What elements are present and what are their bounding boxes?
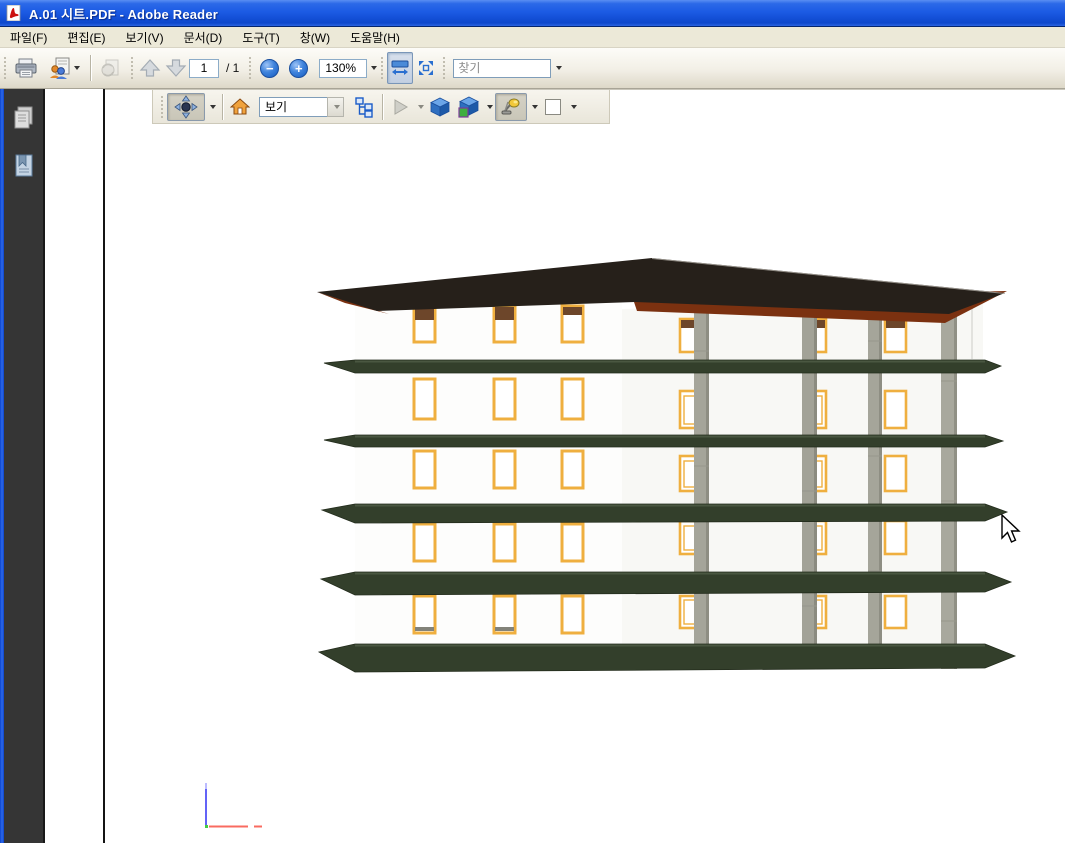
render-mode-dropdown[interactable] <box>482 93 495 121</box>
menu-file[interactable]: 파일(F) <box>0 27 57 48</box>
pages-panel-button[interactable] <box>9 101 39 135</box>
view-combobox-dropdown[interactable] <box>327 97 344 117</box>
model-tree-button[interactable] <box>350 93 378 121</box>
toolbar-grip[interactable] <box>130 56 134 80</box>
plus-icon: + <box>295 62 303 75</box>
background-color-button[interactable] <box>540 93 566 121</box>
toolbar-separator <box>90 55 91 81</box>
render-mode-button[interactable] <box>454 93 482 121</box>
pages-icon <box>11 104 37 132</box>
home-icon <box>230 97 250 117</box>
bookmarks-icon <box>11 152 37 180</box>
window-title: A.01 시트.PDF - Adobe Reader <box>29 4 218 23</box>
3d-toolbar-separator <box>222 94 223 120</box>
find-input[interactable] <box>453 59 551 78</box>
fit-page-button[interactable] <box>413 52 439 84</box>
chevron-down-icon <box>334 105 340 109</box>
dropdown-caret <box>487 105 493 109</box>
minus-icon: − <box>266 62 274 75</box>
menu-window[interactable]: 창(W) <box>290 27 340 48</box>
toolbar-grip[interactable] <box>380 56 384 80</box>
zoom-dropdown-caret[interactable] <box>371 66 377 70</box>
printer-icon <box>14 56 38 80</box>
arrow-up-icon <box>139 57 161 79</box>
content-area: 보기 <box>0 89 1065 843</box>
page-total-label: / 1 <box>226 61 239 75</box>
navigation-panel <box>4 89 45 843</box>
web-page-icon <box>99 56 123 80</box>
next-page-button-disabled[interactable] <box>163 52 189 84</box>
zoom-level-combobox[interactable]: 130% <box>319 59 367 78</box>
toolbar-grip[interactable] <box>248 56 252 80</box>
menu-help[interactable]: 도움말(H) <box>340 27 410 48</box>
zoom-out-button[interactable]: − <box>260 59 279 78</box>
document-pasteboard <box>45 89 105 843</box>
fit-page-icon <box>416 58 436 78</box>
3d-toolbar-grip[interactable] <box>160 95 164 119</box>
view-combobox[interactable]: 보기 <box>259 97 344 117</box>
menu-view[interactable]: 보기(V) <box>115 27 173 48</box>
background-color-dropdown[interactable] <box>566 93 579 121</box>
lamp-icon <box>500 96 522 118</box>
dropdown-caret <box>418 105 424 109</box>
color-swatch <box>545 99 561 115</box>
dropdown-caret <box>532 105 538 109</box>
zoom-in-button[interactable]: + <box>289 59 308 78</box>
3d-toolbar-separator <box>382 94 383 120</box>
render-mode-cube-icon <box>457 96 479 118</box>
zoom-level-value: 130% <box>325 61 356 75</box>
pdf-page[interactable]: 보기 <box>105 89 1065 843</box>
rotate-4way-icon <box>174 95 198 119</box>
play-dropdown[interactable] <box>413 93 426 121</box>
lighting-dropdown[interactable] <box>527 93 540 121</box>
share-document-icon <box>48 56 72 80</box>
axis-gizmo <box>202 781 266 833</box>
dropdown-caret <box>571 105 577 109</box>
3d-building-model[interactable] <box>297 251 1017 681</box>
page-number-input[interactable] <box>189 59 219 78</box>
print-button[interactable] <box>10 52 42 84</box>
toolbar-grip[interactable] <box>442 56 446 80</box>
find-dropdown-caret[interactable] <box>556 66 562 70</box>
upload-web-button-disabled[interactable] <box>95 52 127 84</box>
previous-page-button-disabled[interactable] <box>137 52 163 84</box>
arrow-down-icon <box>165 57 187 79</box>
main-toolbar: / 1 − + 130% <box>0 48 1065 89</box>
model-tree-icon <box>353 96 375 118</box>
default-view-home-button[interactable] <box>227 93 253 121</box>
rotate-tool-dropdown[interactable] <box>205 93 218 121</box>
title-bar: A.01 시트.PDF - Adobe Reader <box>0 0 1065 27</box>
fit-width-icon <box>390 58 410 78</box>
share-dropdown-caret[interactable] <box>74 66 80 70</box>
bookmarks-panel-button[interactable] <box>9 149 39 183</box>
3d-toolbar: 보기 <box>152 90 610 124</box>
email-share-button[interactable] <box>42 52 86 84</box>
menu-document[interactable]: 문서(D) <box>174 27 233 48</box>
view-combobox-value: 보기 <box>259 97 327 117</box>
lighting-button[interactable] <box>495 93 527 121</box>
play-icon <box>391 98 409 116</box>
menu-bar: 파일(F) 편집(E) 보기(V) 문서(D) 도구(T) 창(W) 도움말(H… <box>0 27 1065 48</box>
toolbar-grip[interactable] <box>3 56 7 80</box>
rotate-tool-button[interactable] <box>167 93 205 121</box>
use-perspective-button[interactable] <box>426 93 454 121</box>
menu-tools[interactable]: 도구(T) <box>232 27 289 48</box>
dropdown-caret <box>210 105 216 109</box>
menu-edit[interactable]: 편집(E) <box>57 27 115 48</box>
mouse-cursor <box>1000 514 1026 546</box>
3d-cube-icon <box>429 96 451 118</box>
pdf-file-icon <box>6 5 23 21</box>
fit-width-button[interactable] <box>387 52 413 84</box>
play-animation-button-disabled[interactable] <box>387 93 413 121</box>
